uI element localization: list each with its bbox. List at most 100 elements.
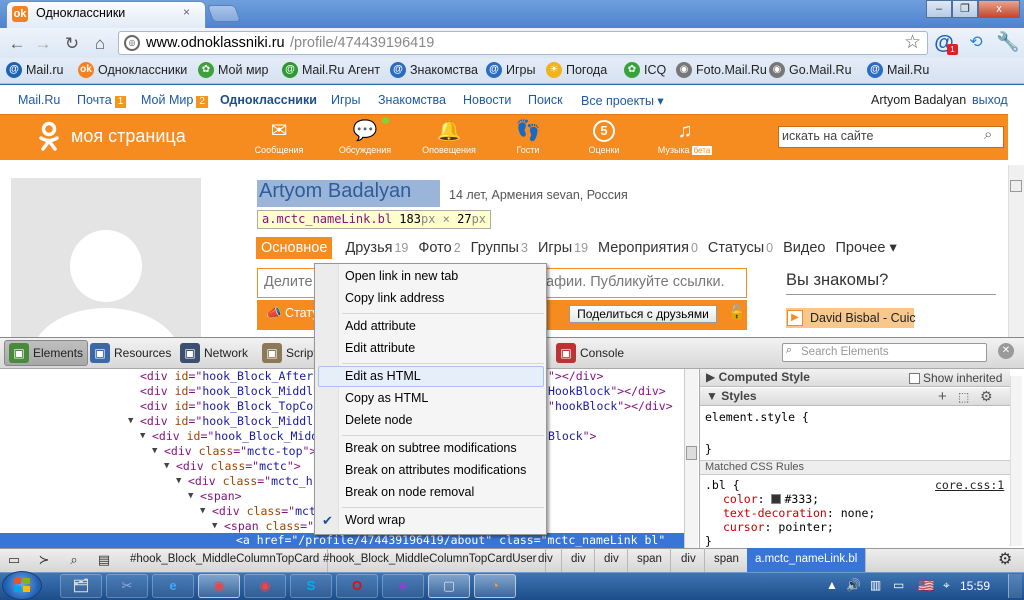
wrench-icon[interactable]: 🔧 xyxy=(996,32,1020,54)
bookmark-item[interactable]: @ Игры xyxy=(486,62,535,78)
node-search-icon[interactable]: ▤ xyxy=(94,550,114,570)
devtools-tab[interactable]: ▣ Script xyxy=(258,340,321,366)
my-page-link[interactable]: моя страница xyxy=(71,126,186,147)
profile-tab[interactable]: Прочее ▾ xyxy=(831,237,902,259)
dom-node-line[interactable]: <span> xyxy=(200,489,242,504)
share-with-friends-button[interactable]: Поделиться с друзьями xyxy=(569,305,717,323)
show-inherited-checkbox[interactable] xyxy=(909,372,920,384)
profile-tab[interactable]: Статусы 0 xyxy=(703,237,778,259)
menu-item[interactable]: Break on subtree modifications xyxy=(345,441,517,455)
tab-close-icon[interactable]: × xyxy=(183,5,190,19)
dom-node-line[interactable]: <div id="hook_Block_Middl xyxy=(140,384,313,399)
profile-tab[interactable]: Группы 3 xyxy=(466,237,533,259)
dom-node-line-tail[interactable]: HookBlock"></div> xyxy=(548,384,666,399)
dom-selected-row[interactable]: <a href="/profile/474439196419/about" cl… xyxy=(0,533,684,548)
ok-nav-item[interactable]: 💬 Обсуждения xyxy=(330,118,400,156)
devtools-tab[interactable]: ▣ Elements xyxy=(4,340,89,366)
dom-node-line[interactable]: <div id="hook_Block_Midd xyxy=(152,429,318,444)
restore-button[interactable]: ❐ xyxy=(952,0,978,18)
profile-name-link[interactable]: Artyom Badalyan xyxy=(259,180,411,203)
nav-mailru[interactable]: Mail.Ru xyxy=(18,93,60,107)
nav-moy-mir[interactable]: Мой Мир 2 xyxy=(141,93,208,108)
breadcrumb-item[interactable]: a.mctc_nameLink.bl xyxy=(747,548,867,572)
taskbar-app[interactable]: 🗂 xyxy=(60,574,102,598)
nav-all-projects[interactable]: Все проекты ▾ xyxy=(581,93,664,108)
menu-item[interactable]: Word wrap xyxy=(345,513,405,527)
add-rule-icon[interactable]: + xyxy=(938,388,947,405)
bookmark-star-icon[interactable]: ☆ xyxy=(904,31,921,54)
status-link[interactable]: 📣 Стату xyxy=(266,306,318,321)
nav-user[interactable]: Artyom Badalyan xyxy=(871,93,966,107)
language-flag-icon[interactable]: 🇺🇸 xyxy=(918,578,934,594)
dom-node-line[interactable]: <div class="mct xyxy=(212,504,316,519)
expand-triangle-icon[interactable]: ▼ xyxy=(188,489,193,504)
breadcrumb-item[interactable]: div xyxy=(596,548,628,572)
ok-nav-item[interactable]: 5 Оценки xyxy=(569,118,639,156)
breadcrumb-item[interactable]: div xyxy=(563,548,595,572)
element-state-icon[interactable]: ⬚ xyxy=(958,390,969,404)
css-property[interactable]: text-decoration: none; xyxy=(723,506,875,520)
profile-tab[interactable]: Видео xyxy=(778,237,830,259)
close-window-button[interactable]: x xyxy=(978,0,1020,18)
devtools-tab[interactable]: ▣ Network xyxy=(176,340,252,366)
css-property[interactable]: color: #333; xyxy=(723,492,819,506)
dom-node-line[interactable]: <div class="mctc"> xyxy=(176,459,301,474)
bookmark-item[interactable]: @ Mail.Ru xyxy=(867,62,929,78)
taskbar-app[interactable]: O xyxy=(336,574,378,598)
lock-icon[interactable]: 🔓 xyxy=(728,304,745,321)
search-icon[interactable]: ⌕ xyxy=(984,126,992,143)
bookmark-item[interactable]: @ Знакомства xyxy=(390,62,478,78)
ok-logo-icon[interactable] xyxy=(36,121,62,151)
show-inherited-toggle[interactable]: Show inherited xyxy=(909,371,1002,385)
expand-triangle-icon[interactable]: ▼ xyxy=(200,504,205,519)
expand-triangle-icon[interactable]: ▼ xyxy=(140,429,145,444)
taskbar-app[interactable]: ♣ xyxy=(382,574,424,598)
console-drawer-icon[interactable]: ≻ xyxy=(34,550,54,570)
devtools-settings-icon[interactable]: ⚙ xyxy=(998,549,1012,569)
bookmark-item[interactable]: ✿ Мой мир xyxy=(198,62,269,78)
show-desktop-button[interactable] xyxy=(1008,574,1022,598)
menu-item[interactable]: Open link in new tab xyxy=(345,269,458,283)
bookmark-item[interactable]: ◉ Go.Mail.Ru xyxy=(769,62,852,78)
menu-item[interactable]: Break on node removal xyxy=(345,485,474,499)
dom-node-line[interactable]: <div id="hook_Block_Middl xyxy=(140,414,313,429)
element-style-rule[interactable]: element.style { xyxy=(705,410,809,424)
agent-ext-icon[interactable]: ⟲ xyxy=(965,32,987,54)
taskbar-app[interactable]: S xyxy=(290,574,332,598)
menu-item[interactable]: Copy as HTML xyxy=(345,391,428,405)
profile-tab[interactable]: Игры 19 xyxy=(533,237,593,259)
bookmark-item[interactable]: @ Mail.ru xyxy=(6,62,64,78)
network-tray-icon[interactable]: ▥ xyxy=(870,578,881,592)
profile-tab[interactable]: Фото 2 xyxy=(413,237,465,259)
taskbar-app[interactable]: ◉ xyxy=(244,574,286,598)
menu-item[interactable]: Break on attributes modifications xyxy=(345,463,526,477)
page-scroll-thumb[interactable] xyxy=(1010,180,1022,192)
bookmark-item[interactable]: ◉ Foto.Mail.Ru xyxy=(676,62,767,78)
search-elements-input[interactable]: Search Elements xyxy=(782,343,987,362)
bookmark-item[interactable]: ✿ ICQ xyxy=(624,62,666,78)
taskbar-app[interactable]: ▢ xyxy=(428,574,470,598)
devtools-tab[interactable]: ▣ Resources xyxy=(86,340,175,366)
profile-tab[interactable]: Мероприятия 0 xyxy=(593,237,703,259)
bookmark-item[interactable]: ok Одноклассники xyxy=(78,62,187,78)
expand-triangle-icon[interactable]: ▼ xyxy=(164,459,169,474)
menu-item[interactable]: Edit attribute xyxy=(345,341,415,355)
tray-expand-icon[interactable]: ▲ xyxy=(826,578,838,592)
taskbar-app[interactable]: ✂ xyxy=(106,574,148,598)
dom-node-line-tail[interactable]: "hookBlock"></div> xyxy=(548,399,673,414)
dom-node-line[interactable]: <div id="hook_Block_TopCo xyxy=(140,399,313,414)
dom-tree-scroll-thumb[interactable] xyxy=(686,446,697,460)
dom-node-line[interactable]: <div class="mctc-top"> xyxy=(164,444,316,459)
nav-novosti[interactable]: Новости xyxy=(463,93,511,107)
profile-tab[interactable]: Друзья 19 xyxy=(340,237,413,259)
expand-triangle-icon[interactable]: ▼ xyxy=(176,474,181,489)
devtools-tab[interactable]: ▣ Console xyxy=(552,340,628,366)
bl-rule-selector[interactable]: .bl { xyxy=(705,478,740,492)
play-icon[interactable]: ▶ xyxy=(787,310,803,326)
clock[interactable]: 15:59 xyxy=(960,579,990,593)
taskbar-app[interactable]: e xyxy=(152,574,194,598)
ok-nav-item[interactable]: ✉ Сообщения xyxy=(244,118,314,156)
breadcrumb-item[interactable]: #hook_Block_MiddleColumnTopCard xyxy=(122,548,329,572)
bookmark-item[interactable]: ☀ Погода xyxy=(546,62,607,78)
nav-pochta[interactable]: Почта 1 xyxy=(77,93,127,108)
